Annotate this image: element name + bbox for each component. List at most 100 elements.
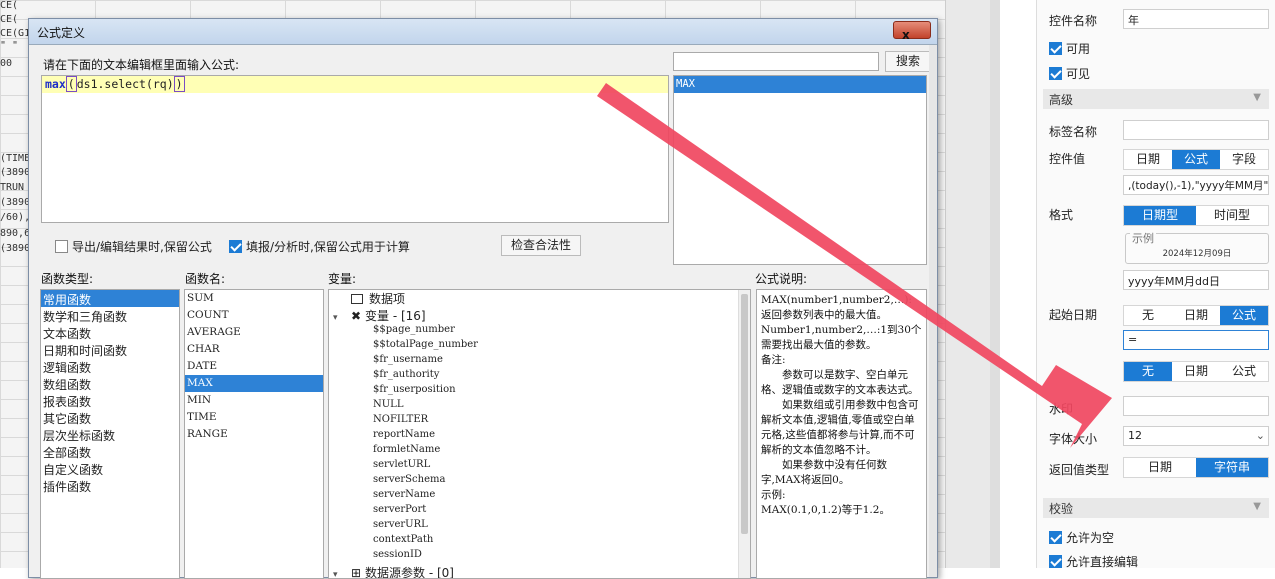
scroll-thumb[interactable]: [741, 294, 748, 534]
control-name-input[interactable]: 年: [1123, 9, 1269, 29]
list-item[interactable]: DATE: [185, 358, 323, 375]
tab-string[interactable]: 字符串: [1196, 458, 1268, 477]
list-item[interactable]: MIN: [185, 392, 323, 409]
list-item[interactable]: TIME: [185, 409, 323, 426]
font-size-select[interactable]: 12 ⌄: [1123, 426, 1269, 446]
tree-item-var-group[interactable]: ▾ ✖ 变量 - [16]: [333, 307, 750, 324]
font-size-value: 12: [1128, 429, 1142, 442]
date-format-input[interactable]: yyyy年MM月dd日: [1123, 270, 1269, 290]
variable-item[interactable]: $$totalPage_number: [333, 339, 750, 354]
list-item[interactable]: 常用函数: [41, 290, 179, 307]
func-name-list: SUM COUNT AVERAGE CHAR DATE MAX MIN TIME…: [184, 289, 324, 579]
list-item[interactable]: 层次坐标函数: [41, 426, 179, 443]
tab-field[interactable]: 字段: [1220, 150, 1268, 169]
watermark-input[interactable]: [1123, 396, 1269, 416]
spreadsheet-scrollbar[interactable]: [990, 0, 1000, 568]
cell-text: (3890: [0, 197, 31, 208]
list-item[interactable]: CHAR: [185, 341, 323, 358]
list-item[interactable]: 逻辑函数: [41, 358, 179, 375]
list-item[interactable]: MAX: [185, 375, 323, 392]
control-value-tabs: 日期 公式 字段: [1123, 149, 1269, 170]
checkbox-icon: [229, 240, 242, 253]
dialog-scrollbar[interactable]: [929, 45, 937, 577]
description-line: Number1,number2,…:1到30个需要找出最大值的参数。: [761, 324, 922, 351]
tree-item-datasource-group[interactable]: ▾ ⊞ 数据源参数 - [0]: [333, 564, 750, 578]
check-validity-button[interactable]: 检查合法性: [501, 235, 581, 256]
variable-item[interactable]: servletURL: [333, 459, 750, 474]
tab-date[interactable]: 日期: [1124, 458, 1196, 477]
start-date-formula-input[interactable]: =: [1123, 330, 1269, 350]
validate-section[interactable]: 校验 ▼: [1043, 498, 1269, 518]
variable-tree: 数据项 ▾ ✖ 变量 - [16] $$page_number $$totalPag…: [328, 289, 751, 579]
visible-checkbox[interactable]: 可见: [1049, 65, 1090, 82]
variable-scrollbar[interactable]: [738, 290, 750, 578]
list-item[interactable]: 文本函数: [41, 324, 179, 341]
tree-item-label: 变量 - [16]: [365, 309, 426, 323]
enabled-label: 可用: [1066, 42, 1091, 56]
allow-edit-checkbox[interactable]: 允许直接编辑: [1049, 553, 1138, 570]
close-button[interactable]: x: [893, 21, 931, 42]
variable-item[interactable]: serverName: [333, 489, 750, 504]
list-item[interactable]: 其它函数: [41, 409, 179, 426]
list-item[interactable]: 全部函数: [41, 443, 179, 460]
variable-item[interactable]: $fr_userposition: [333, 384, 750, 399]
list-item[interactable]: 数学和三角函数: [41, 307, 179, 324]
formula-line[interactable]: max(ds1.select(rq)): [42, 76, 668, 93]
variable-item[interactable]: serverPort: [333, 504, 750, 519]
control-value-formula-input[interactable]: ,(today(),-1),"yyyy年MM月"): [1123, 175, 1269, 195]
tab-date-type[interactable]: 日期型: [1124, 206, 1196, 225]
keep-formula-fill-checkbox[interactable]: 填报/分析时,保留公式用于计算: [229, 238, 410, 255]
func-type-list: 常用函数 数学和三角函数 文本函数 日期和时间函数 逻辑函数 数组函数 报表函数…: [40, 289, 180, 579]
search-button[interactable]: 搜索: [885, 51, 931, 72]
variable-item[interactable]: NOFILTER: [333, 414, 750, 429]
list-item[interactable]: 插件函数: [41, 477, 179, 494]
search-input[interactable]: [673, 52, 879, 71]
allow-empty-checkbox[interactable]: 允许为空: [1049, 529, 1114, 546]
tree-item-data-item[interactable]: 数据项: [333, 290, 750, 307]
variable-item[interactable]: formletName: [333, 444, 750, 459]
variable-item[interactable]: $fr_username: [333, 354, 750, 369]
list-item[interactable]: 报表函数: [41, 392, 179, 409]
tab-formula[interactable]: 公式: [1172, 150, 1220, 169]
tab-date[interactable]: 日期: [1172, 306, 1220, 325]
variable-item[interactable]: contextPath: [333, 534, 750, 549]
tab-time-type[interactable]: 时间型: [1196, 206, 1268, 225]
format-tabs: 日期型 时间型: [1123, 205, 1269, 226]
variable-item[interactable]: $fr_authority: [333, 369, 750, 384]
variable-item[interactable]: sessionID: [333, 549, 750, 564]
tab-none[interactable]: 无: [1124, 306, 1172, 325]
search-result-item[interactable]: MAX: [674, 76, 926, 93]
formula-editor[interactable]: max(ds1.select(rq)): [41, 75, 669, 223]
end-date-tabs: 无 日期 公式: [1123, 361, 1269, 382]
func-name-label: 函数名:: [185, 272, 226, 286]
advanced-section[interactable]: 高级 ▼: [1043, 89, 1269, 109]
start-date-label: 起始日期: [1049, 308, 1098, 322]
tab-formula[interactable]: 公式: [1220, 306, 1268, 325]
section-title: 高级: [1049, 93, 1074, 107]
variable-item[interactable]: reportName: [333, 429, 750, 444]
list-item[interactable]: AVERAGE: [185, 324, 323, 341]
variable-item[interactable]: serverSchema: [333, 474, 750, 489]
allow-edit-label: 允许直接编辑: [1066, 555, 1139, 569]
tab-formula[interactable]: 公式: [1220, 362, 1268, 381]
list-item[interactable]: 自定义函数: [41, 460, 179, 477]
tab-date[interactable]: 日期: [1172, 362, 1220, 381]
list-item[interactable]: COUNT: [185, 307, 323, 324]
dialog-titlebar[interactable]: 公式定义 x: [29, 19, 937, 45]
tab-date[interactable]: 日期: [1124, 150, 1172, 169]
list-item[interactable]: 数组函数: [41, 375, 179, 392]
formula-body: ds1.select(rq): [76, 77, 174, 91]
list-item[interactable]: RANGE: [185, 426, 323, 443]
keep-formula-export-checkbox[interactable]: 导出/编辑结果时,保留公式: [55, 238, 212, 255]
variable-item[interactable]: serverURL: [333, 519, 750, 534]
allow-empty-label: 允许为空: [1066, 531, 1115, 545]
variable-item[interactable]: NULL: [333, 399, 750, 414]
list-item[interactable]: SUM: [185, 290, 323, 307]
tab-none[interactable]: 无: [1124, 362, 1172, 381]
tag-name-input[interactable]: [1123, 120, 1269, 140]
enabled-checkbox[interactable]: 可用: [1049, 40, 1090, 57]
table-icon: [351, 294, 363, 304]
list-item[interactable]: 日期和时间函数: [41, 341, 179, 358]
property-panel: 控件名称 年 可用 可见 高级 ▼ 标签名称 控件值 日期 公式 字段 ,(tod…: [1036, 0, 1275, 570]
variable-item[interactable]: $$page_number: [333, 324, 750, 339]
